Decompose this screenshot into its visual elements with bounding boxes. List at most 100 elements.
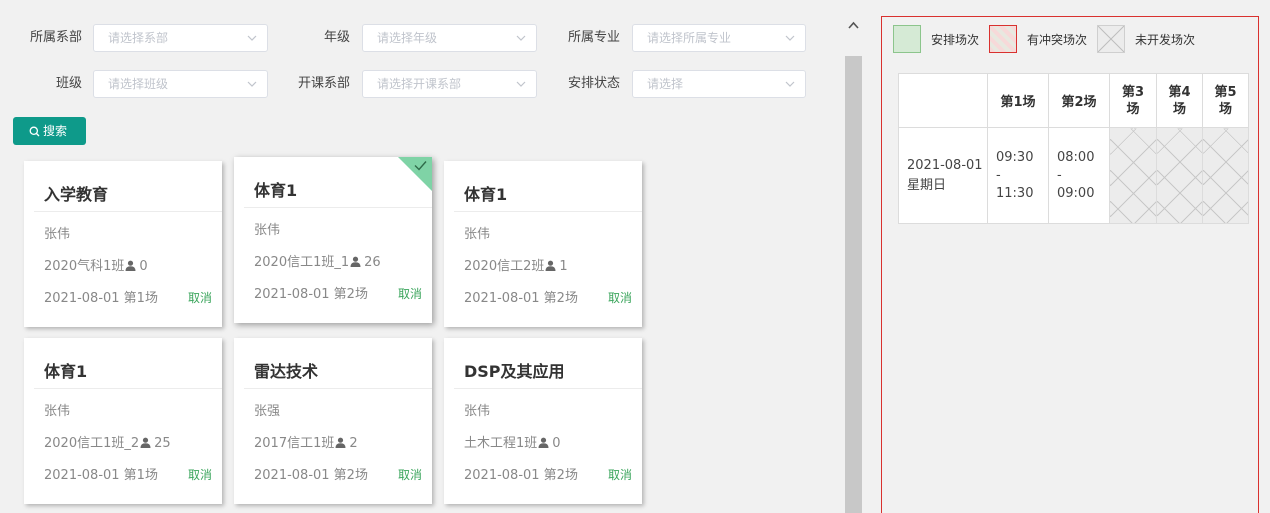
course-card[interactable]: 雷达技术 张强 2017信工1班 2 2021-08-01 第2场 取消 [234,338,432,504]
class-name: 2020信工1班_2 [44,436,140,451]
search-button-label: 搜索 [43,124,68,138]
course-card[interactable]: 体育1 张伟 2020信工2班 1 2021-08-01 第2场 取消 [444,161,642,327]
cancel-link[interactable]: 取消 [188,289,212,306]
header-session-1: 第1场 [987,73,1049,128]
date-session: 2021-08-01 第1场 [44,468,158,483]
session-start: 08:00 [1057,149,1095,165]
filter-label-status: 安排状态 [567,76,620,91]
course-title: 体育1 [464,185,508,204]
course-card[interactable]: DSP及其应用 张伟 土木工程1班 0 2021-08-01 第2场 取消 [444,338,642,504]
course-title: 体育1 [254,181,298,200]
major-select[interactable]: 请选择所属专业 [632,24,806,52]
course-card-selected[interactable]: 体育1 张伟 2020信工1班_1 26 2021-08-01 第2场 取消 [234,157,432,323]
class-name: 2017信工1班 [254,436,335,451]
card-divider [454,211,642,212]
card-divider [244,207,432,208]
date-session: 2021-08-01 第2场 [464,468,578,483]
status-select[interactable]: 请选择 [632,70,806,98]
class-info: 2017信工1班 2 [254,432,358,451]
session-sep: - [1057,167,1062,183]
student-count: 0 [552,436,561,451]
course-card[interactable]: 入学教育 张伟 2020气科1班 0 2021-08-01 第1场 取消 [24,161,222,327]
department-select-placeholder: 请选择系部 [108,31,169,45]
chevron-down-icon [247,35,257,41]
header-session-3: 第3场 [1109,73,1157,128]
session-3-not-open [1109,127,1157,224]
schedule-table: 第1场 第2场 第3场 第4场 第5场 2021-08-01 星期日 09:30… [898,73,1249,224]
class-select[interactable]: 请选择班级 [93,70,268,98]
status-select-placeholder: 请选择 [647,77,684,91]
schedule-panel: 安排场次 有冲突场次 未开发场次 第1场 第2场 第3场 第4场 第5场 202… [881,16,1259,513]
person-icon [125,260,136,271]
course-department-select[interactable]: 请选择开课系部 [362,70,537,98]
cancel-link[interactable]: 取消 [188,466,212,483]
person-icon [350,256,361,267]
card-divider [244,388,432,389]
course-title: 入学教育 [44,185,109,204]
session-1-cell[interactable]: 09:30 - 11:30 [987,127,1049,224]
search-icon [29,126,40,137]
row-weekday: 星期日 [907,177,947,193]
check-icon [414,161,427,171]
cancel-link[interactable]: 取消 [398,285,422,302]
session-5-not-open [1202,127,1249,224]
class-name: 2020气科1班 [44,259,125,274]
teacher-name: 张伟 [44,404,71,419]
grade-select-placeholder: 请选择年级 [377,31,438,45]
student-count: 26 [364,255,381,270]
not-open-legend-swatch [1097,25,1125,53]
session-4-not-open [1156,127,1203,224]
filter-label-grade: 年级 [323,30,350,45]
student-count: 0 [139,259,148,274]
scroll-thumb[interactable] [845,56,862,513]
class-info: 2020信工1班_1 26 [254,251,381,270]
course-title: DSP及其应用 [464,362,565,381]
class-info: 2020信工1班_2 25 [44,432,171,451]
card-divider [34,211,222,212]
class-info: 土木工程1班 0 [464,432,561,451]
chevron-up-icon [848,21,859,29]
filter-label-major: 所属专业 [567,30,620,45]
search-button[interactable]: 搜索 [13,117,86,145]
row-date: 2021-08-01 [907,157,983,173]
person-icon [335,437,346,448]
course-department-select-placeholder: 请选择开课系部 [377,77,462,91]
course-title: 雷达技术 [254,362,319,381]
course-card[interactable]: 体育1 张伟 2020信工1班_2 25 2021-08-01 第1场 取消 [24,338,222,504]
date-session: 2021-08-01 第1场 [44,291,158,306]
department-select[interactable]: 请选择系部 [93,24,268,52]
session-2-cell[interactable]: 08:00 - 09:00 [1048,127,1110,224]
not-open-legend-label: 未开发场次 [1135,33,1196,47]
teacher-name: 张伟 [464,404,491,419]
class-info: 2020信工2班 1 [464,255,568,274]
scroll-up-button[interactable] [845,14,862,36]
date-session: 2021-08-01 第2场 [464,291,578,306]
conflict-legend-label: 有冲突场次 [1027,33,1088,47]
teacher-name: 张强 [254,404,281,419]
date-session: 2021-08-01 第2场 [254,287,368,302]
card-divider [454,388,642,389]
teacher-name: 张伟 [254,223,281,238]
teacher-name: 张伟 [464,227,491,242]
chevron-down-icon [785,35,795,41]
date-session: 2021-08-01 第2场 [254,468,368,483]
class-select-placeholder: 请选择班级 [108,77,169,91]
filter-label-department: 所属系部 [29,30,82,45]
student-count: 2 [349,436,358,451]
header-session-4: 第4场 [1156,73,1203,128]
session-end: 11:30 [996,185,1034,201]
conflict-legend-swatch [989,25,1017,53]
cancel-link[interactable]: 取消 [608,466,632,483]
grade-select[interactable]: 请选择年级 [362,24,537,52]
chevron-down-icon [516,35,526,41]
course-title: 体育1 [44,362,88,381]
scrollbar[interactable] [845,14,862,513]
cancel-link[interactable]: 取消 [398,466,422,483]
chevron-down-icon [247,81,257,87]
session-end: 09:00 [1057,185,1095,201]
header-session-2: 第2场 [1048,73,1110,128]
header-corner [898,73,988,128]
cancel-link[interactable]: 取消 [608,289,632,306]
cross-icon [1097,25,1125,53]
person-icon [545,260,556,271]
